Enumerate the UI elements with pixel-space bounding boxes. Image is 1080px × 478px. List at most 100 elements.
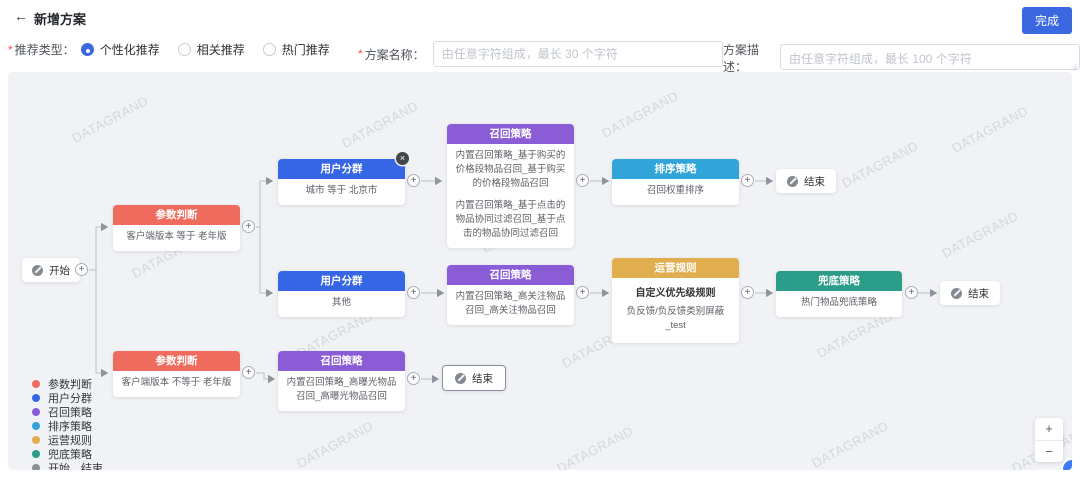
top-bar: ← 新增方案 完成 — [0, 0, 1080, 32]
node-user-city[interactable]: 用户分群 城市 等于 北京市 — [278, 159, 405, 205]
legend-item: 用户分群 — [32, 391, 103, 405]
node-body: 内置召回策略_高关注物品召回_高关注物品召回 — [447, 285, 574, 325]
plan-desc-label: 方案描述： — [723, 41, 772, 75]
remove-node-button[interactable]: × — [396, 152, 409, 165]
node-header: 兜底策略 — [776, 271, 902, 291]
add-node-button[interactable]: + — [576, 174, 589, 187]
node-param-eq[interactable]: 参数判断 客户端版本 等于 老年版 — [113, 205, 240, 251]
legend-dot — [32, 380, 40, 388]
legend-dot — [32, 394, 40, 402]
recommend-type-group: * 推荐类型： 个性化推荐 相关推荐 热门推荐 — [8, 41, 348, 58]
plan-name-label: 方案名称： — [365, 46, 425, 63]
end-label: 结束 — [968, 286, 989, 301]
radio-hot[interactable]: 热门推荐 — [263, 41, 330, 58]
legend: 参数判断 用户分群 召回策略 排序策略 运营规则 兜底策略 开始、结束 — [32, 377, 103, 470]
legend-dot — [32, 408, 40, 416]
node-header: 召回策略 — [447, 124, 574, 144]
legend-item: 排序策略 — [32, 419, 103, 433]
end-label: 结束 — [804, 174, 825, 189]
end-node-selected[interactable]: 结束 — [442, 365, 506, 391]
plan-form: * 推荐类型： 个性化推荐 相关推荐 热门推荐 * 方案名称： 方案描述： — [0, 34, 1080, 64]
node-header: 用户分群 — [278, 271, 405, 291]
add-node-button[interactable]: + — [242, 220, 255, 233]
finish-button[interactable]: 完成 — [1022, 7, 1072, 34]
radio-personalized[interactable]: 个性化推荐 — [81, 41, 160, 58]
add-node-button[interactable]: + — [407, 174, 420, 187]
node-body: 热门物品兜底策略 — [776, 291, 902, 317]
legend-label: 开始、结束 — [48, 460, 103, 470]
node-user-other[interactable]: 用户分群 其他 — [278, 271, 405, 317]
recommend-type-label: 推荐类型： — [15, 41, 75, 58]
zoom-control: + − — [1035, 418, 1063, 462]
legend-item: 召回策略 — [32, 405, 103, 419]
zoom-out-button[interactable]: − — [1035, 440, 1063, 462]
zoom-in-button[interactable]: + — [1035, 418, 1063, 440]
node-body: 内置召回策略_高曝光物品召回_高曝光物品召回 — [278, 371, 405, 411]
add-node-button[interactable]: + — [905, 286, 918, 299]
legend-item: 开始、结束 — [32, 461, 103, 470]
terminal-icon — [455, 373, 466, 384]
plan-name-field: * 方案名称： — [358, 41, 723, 67]
terminal-icon — [32, 265, 43, 276]
node-fallback[interactable]: 兜底策略 热门物品兜底策略 — [776, 271, 902, 317]
node-header: 参数判断 — [113, 351, 240, 371]
add-node-button[interactable]: + — [407, 286, 420, 299]
radio-unselected-icon[interactable] — [178, 43, 191, 56]
node-body: 客户端版本 等于 老年版 — [113, 225, 240, 251]
add-node-button[interactable]: + — [75, 263, 88, 276]
terminal-icon — [951, 288, 962, 299]
add-node-button[interactable]: + — [242, 366, 255, 379]
legend-dot — [32, 450, 40, 458]
plan-desc-field: 方案描述： — [723, 41, 1080, 75]
node-body: 内置召回策略_基于点击的物品协同过滤召回_基于点击的物品协同过滤召回 — [455, 199, 566, 241]
node-body-title: 自定义优先级规则 — [620, 287, 731, 301]
node-body: 内置召回策略_基于购买的价格段物品召回_基于购买的价格段物品召回 — [455, 149, 566, 191]
end-label: 结束 — [472, 371, 493, 386]
start-label: 开始 — [49, 263, 70, 278]
legend-dot — [32, 464, 40, 470]
legend-item: 兜底策略 — [32, 447, 103, 461]
node-header: 用户分群 — [278, 159, 405, 179]
radio-selected-icon[interactable] — [81, 43, 94, 56]
radio-related[interactable]: 相关推荐 — [178, 41, 245, 58]
page-title: 新增方案 — [34, 9, 86, 28]
add-node-button[interactable]: + — [741, 174, 754, 187]
required-asterisk: * — [358, 47, 363, 61]
add-node-button[interactable]: + — [576, 286, 589, 299]
legend-dot — [32, 436, 40, 444]
plan-name-input[interactable] — [433, 41, 723, 67]
add-node-button[interactable]: + — [407, 372, 420, 385]
radio-label: 相关推荐 — [197, 41, 245, 58]
back-icon[interactable]: ← — [14, 8, 28, 24]
end-node[interactable]: 结束 — [776, 169, 836, 193]
node-recall-bot[interactable]: 召回策略 内置召回策略_高曝光物品召回_高曝光物品召回 — [278, 351, 405, 411]
required-asterisk: * — [8, 43, 13, 57]
node-header: 召回策略 — [278, 351, 405, 371]
start-node[interactable]: 开始 — [22, 258, 80, 282]
radio-label: 热门推荐 — [282, 41, 330, 58]
node-recall-top[interactable]: 召回策略 内置召回策略_基于购买的价格段物品召回_基于购买的价格段物品召回 内置… — [447, 124, 574, 248]
radio-label: 个性化推荐 — [100, 41, 160, 58]
legend-dot — [32, 422, 40, 430]
node-recall-mid[interactable]: 召回策略 内置召回策略_高关注物品召回_高关注物品召回 — [447, 265, 574, 325]
radio-unselected-icon[interactable] — [263, 43, 276, 56]
node-body: 客户端版本 不等于 老年版 — [113, 371, 240, 397]
node-sort[interactable]: 排序策略 召回权重排序 — [612, 159, 739, 205]
flow-canvas[interactable]: DATAGRAND DATAGRAND DATAGRAND DATAGRAND … — [8, 72, 1072, 470]
plan-desc-input[interactable] — [780, 44, 1080, 70]
node-header: 参数判断 — [113, 205, 240, 225]
node-header: 排序策略 — [612, 159, 739, 179]
terminal-icon — [787, 176, 798, 187]
node-param-neq[interactable]: 参数判断 客户端版本 不等于 老年版 — [113, 351, 240, 397]
node-ops-rule[interactable]: 运营规则 自定义优先级规则 负反馈/负反馈类别屏蔽_test — [612, 258, 739, 343]
legend-item: 运营规则 — [32, 433, 103, 447]
add-node-button[interactable]: + — [741, 286, 754, 299]
node-body: 其他 — [278, 291, 405, 317]
node-header: 运营规则 — [612, 258, 739, 278]
node-body: 城市 等于 北京市 — [278, 179, 405, 205]
end-node[interactable]: 结束 — [940, 281, 1000, 305]
node-body: 负反馈/负反馈类别屏蔽_test — [620, 305, 731, 333]
legend-item: 参数判断 — [32, 377, 103, 391]
node-body: 召回权重排序 — [612, 179, 739, 205]
node-header: 召回策略 — [447, 265, 574, 285]
